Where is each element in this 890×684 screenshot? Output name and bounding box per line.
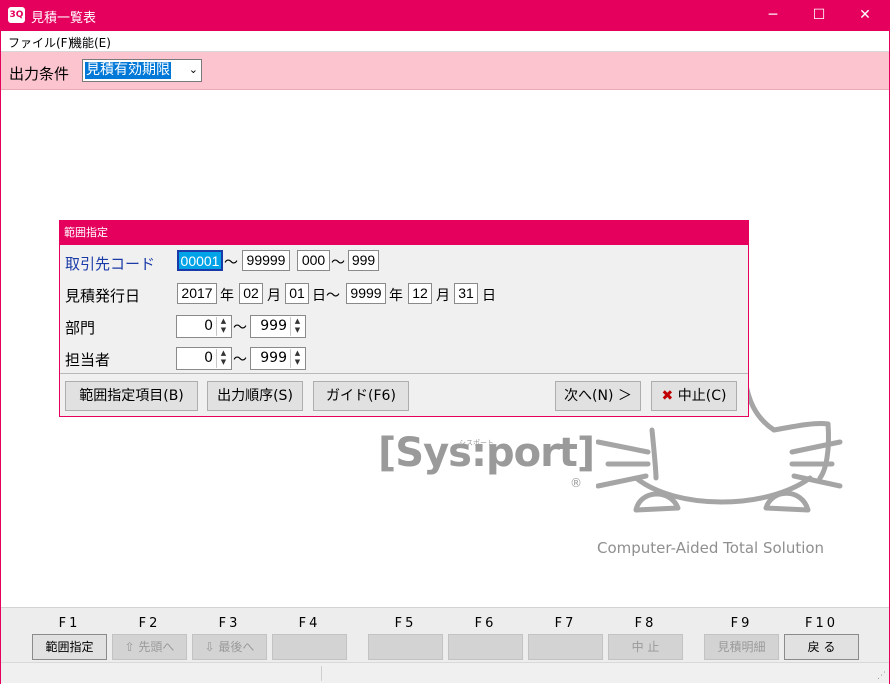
fkey-label-f5: F5	[394, 616, 417, 631]
issue-date-to-day-input[interactable]: 31	[454, 283, 478, 304]
staff-label: 担当者	[65, 351, 111, 369]
cancel-x-icon: ✖	[661, 388, 674, 404]
fkey-f7-button[interactable]	[528, 634, 603, 660]
month-text: 月	[436, 288, 450, 304]
fkey-f5-button[interactable]	[368, 634, 443, 660]
fkey-label-f2: F2	[138, 616, 161, 631]
next-button[interactable]: 次へ(N) ＞	[555, 381, 641, 411]
tilde-text: ～	[331, 255, 345, 271]
status-divider	[321, 666, 322, 681]
year-text: 年	[220, 288, 234, 304]
customer-code-from-input[interactable]: 00001	[177, 250, 223, 271]
window-title: 見積一覧表	[31, 11, 97, 26]
fkey-label-f3: F3	[218, 616, 241, 631]
customer-code-to-input[interactable]: 99999	[242, 250, 290, 271]
cancel-button[interactable]: ✖ 中止(C)	[651, 381, 737, 411]
tilde-text: ～	[233, 352, 247, 368]
menu-bar: ファイル(F) 機能(E)	[1, 31, 889, 52]
tagline: Computer-Aided Total Solution	[597, 539, 825, 557]
output-condition-select[interactable]: 見積有効期限 ⌄	[82, 59, 202, 82]
department-from-stepper[interactable]: 0 ▲ ▼	[176, 315, 232, 338]
registered-mark: ®	[570, 476, 582, 490]
chevron-down-icon: ⌄	[188, 63, 198, 76]
close-button[interactable]: ✕	[842, 0, 888, 31]
range-items-button[interactable]: 範囲指定項目(B)	[65, 381, 198, 411]
staff-from-stepper[interactable]: 0 ▲ ▼	[176, 347, 232, 370]
department-to-stepper[interactable]: 999 ▲ ▼	[250, 315, 306, 338]
status-bar: ⋰	[1, 662, 889, 683]
fkey-label-f6: F6	[474, 616, 497, 631]
fkey-label-f8: F8	[634, 616, 657, 631]
fkey-label-f7: F7	[554, 616, 577, 631]
year-text: 年	[389, 288, 403, 304]
department-to-value: 999	[260, 318, 287, 334]
sysport-logo-reading: シスポート	[459, 439, 494, 447]
customer-subcode-from-input[interactable]: 000	[297, 250, 330, 271]
tilde-text: ～	[233, 320, 247, 336]
menu-function[interactable]: 機能(E)	[70, 34, 111, 51]
output-condition-value: 見積有効期限	[85, 62, 171, 79]
spin-arrows-icon[interactable]: ▲ ▼	[290, 349, 304, 368]
output-order-button[interactable]: 出力順序(S)	[207, 381, 303, 411]
title-bar: 3Q 見積一覧表 ─ ☐ ✕	[0, 0, 890, 31]
fkey-label-f9: F9	[730, 616, 753, 631]
customer-subcode-to-value: 999	[351, 252, 376, 268]
staff-from-value: 0	[204, 350, 213, 366]
window-border-left	[0, 31, 1, 684]
issue-date-label: 見積発行日	[65, 287, 141, 305]
fkey-f3-last-button[interactable]: ⇩ 最後へ	[192, 634, 267, 660]
minimize-button[interactable]: ─	[750, 0, 796, 31]
cancel-button-label: 中止(C)	[677, 388, 727, 404]
issue-date-to-month-input[interactable]: 12	[408, 283, 432, 304]
menu-file[interactable]: ファイル(F)	[8, 34, 72, 51]
issue-date-from-year-input[interactable]: 2017	[177, 283, 217, 304]
customer-subcode-to-input[interactable]: 999	[348, 250, 379, 271]
department-label: 部門	[65, 319, 96, 337]
fkey-f2-first-button[interactable]: ⇧ 先頭へ	[112, 634, 187, 660]
fkey-f9-detail-button[interactable]: 見積明細	[704, 634, 779, 660]
customer-code-label: 取引先コード	[65, 255, 156, 273]
issue-date-from-month-input[interactable]: 02	[239, 283, 263, 304]
day-text: 日	[482, 288, 496, 304]
spin-arrows-icon[interactable]: ▲ ▼	[290, 317, 304, 336]
fkey-f10-back-button[interactable]: 戻 る	[784, 634, 859, 660]
sysport-logo: [Sys:port]	[378, 430, 595, 476]
function-key-bar: F1 F2 F3 F4 F5 F6 F7 F8 F9 F10 範囲指定 ⇧ 先頭…	[1, 607, 889, 662]
fkey-f4-button[interactable]	[272, 634, 347, 660]
spin-arrows-icon[interactable]: ▲ ▼	[216, 349, 230, 368]
month-text: 月	[267, 288, 281, 304]
output-condition-label: 出力条件	[9, 65, 70, 83]
fkey-f8-stop-button[interactable]: 中 止	[608, 634, 683, 660]
output-condition-bar: 出力条件 見積有効期限 ⌄	[1, 52, 889, 90]
fkey-f1-range-button[interactable]: 範囲指定	[32, 634, 107, 660]
staff-to-value: 999	[260, 350, 287, 366]
app-icon: 3Q	[8, 7, 25, 23]
tilde-text: ～	[224, 255, 238, 271]
issue-date-from-day-input[interactable]: 01	[285, 283, 309, 304]
fkey-label-f1: F1	[58, 616, 81, 631]
fkey-label-f4: F4	[298, 616, 321, 631]
range-dialog: 範囲指定 取引先コード 00001 ～ 99999 000 ～ 999 見積発行…	[59, 220, 749, 417]
dialog-separator	[60, 373, 748, 374]
guide-button[interactable]: ガイド(F6)	[313, 381, 409, 411]
range-dialog-title: 範囲指定	[60, 221, 748, 245]
spin-arrows-icon[interactable]: ▲ ▼	[216, 317, 230, 336]
fkey-label-f10: F10	[804, 616, 839, 631]
issue-date-to-year-input[interactable]: 9999	[346, 283, 386, 304]
resize-grip-icon[interactable]: ⋰	[877, 671, 886, 681]
department-from-value: 0	[204, 318, 213, 334]
staff-to-stepper[interactable]: 999 ▲ ▼	[250, 347, 306, 370]
day-tilde-text: 日～	[312, 288, 340, 304]
maximize-button[interactable]: ☐	[796, 0, 842, 31]
fkey-f6-button[interactable]	[448, 634, 523, 660]
